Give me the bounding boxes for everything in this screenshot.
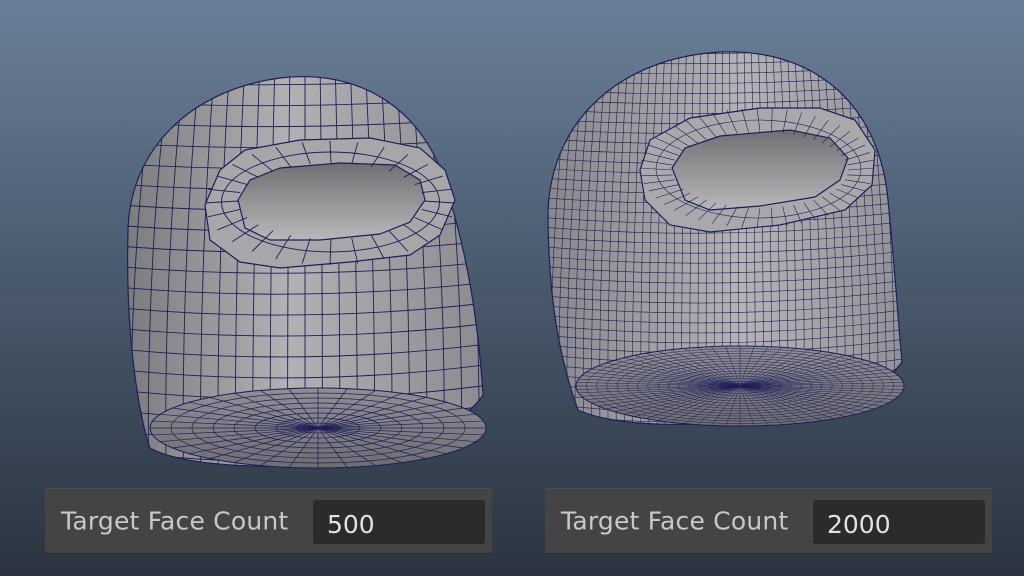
base-wireframe	[576, 346, 904, 426]
helmet-mesh-low[interactable]	[100, 54, 510, 483]
helmet-mesh-high[interactable]	[520, 34, 925, 443]
visor	[204, 137, 456, 269]
target-face-count-label: Target Face Count	[561, 506, 789, 536]
attribute-row-target-face-count: Target Face Count	[545, 488, 992, 554]
target-face-count-field[interactable]	[813, 500, 985, 544]
attribute-row-target-face-count: Target Face Count	[45, 488, 492, 554]
target-face-count-field[interactable]	[313, 500, 485, 544]
target-face-count-label: Target Face Count	[61, 506, 289, 536]
